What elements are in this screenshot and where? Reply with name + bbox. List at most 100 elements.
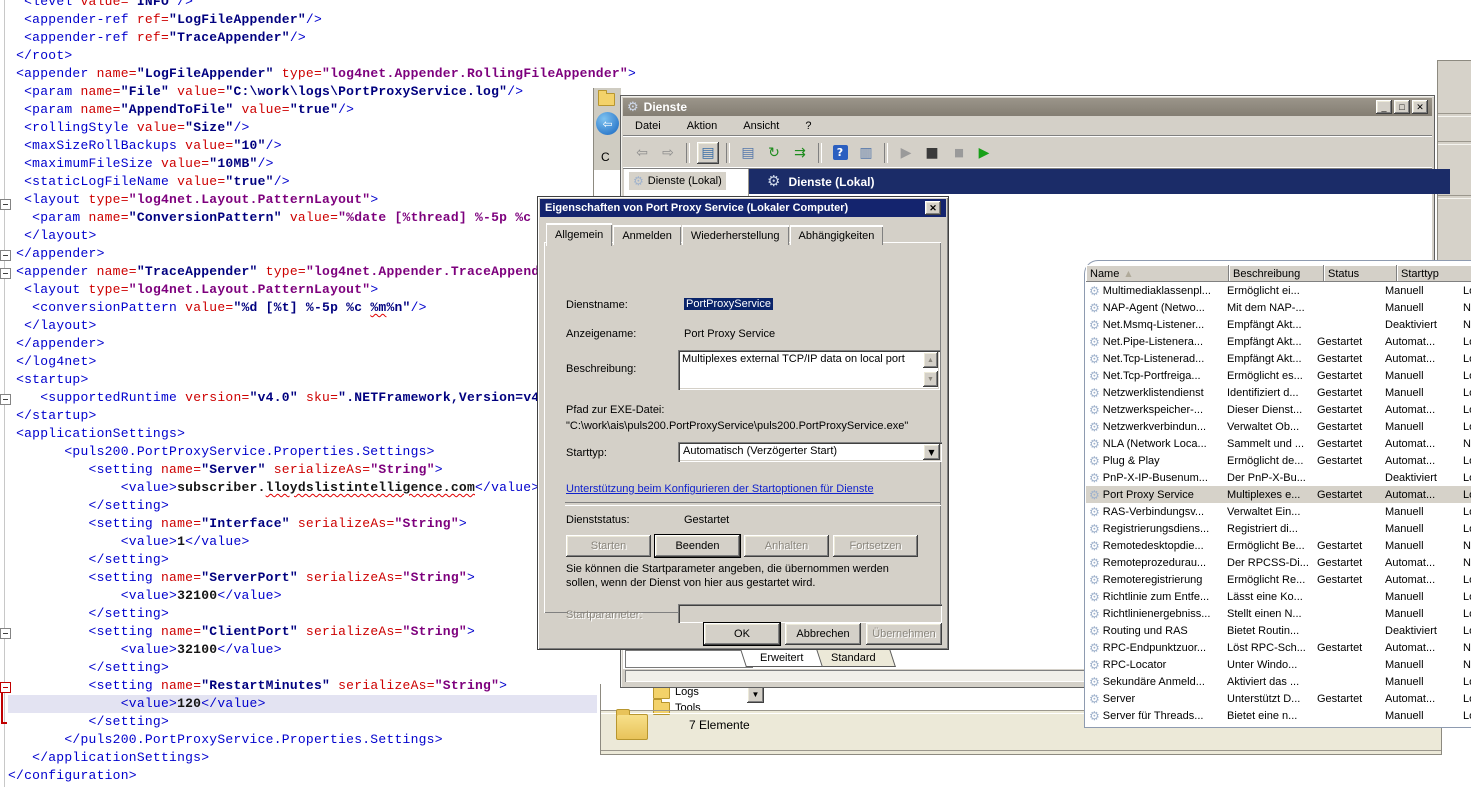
extended-view-icon[interactable]: ▥	[855, 142, 877, 164]
table-row[interactable]: ⚙Server für Threads...Bietet eine n...Ma…	[1086, 707, 1471, 724]
cell-text: PnP-X-IP-Busenum...	[1103, 472, 1208, 484]
close-button[interactable]: ✕	[1412, 100, 1428, 114]
view-tab-erweitert[interactable]: Erweitert	[740, 649, 823, 667]
tab-abhngigkeiten[interactable]: Abhängigkeiten	[790, 225, 884, 245]
menu-item-datei[interactable]: Datei	[635, 120, 661, 132]
cancel-button[interactable]: Abbrechen	[785, 623, 861, 645]
table-row[interactable]: ⚙PnP-X-IP-Busenum...Der PnP-X-Bu...Deakt…	[1086, 469, 1471, 486]
table-cell: Manuell	[1382, 302, 1460, 314]
fold-marker-icon[interactable]	[0, 268, 11, 279]
table-row[interactable]: ⚙RemoteregistrierungErmöglicht Re...Gest…	[1086, 571, 1471, 588]
table-row[interactable]: ⚙Netzwerkspeicher-...Dieser Dienst...Ges…	[1086, 401, 1471, 418]
fold-marker-icon[interactable]	[0, 394, 11, 405]
stop-service-icon[interactable]: ■	[921, 142, 943, 164]
divider	[565, 502, 941, 506]
code-line: <appender-ref ref="TraceAppender"/>	[8, 29, 636, 47]
back-button[interactable]: ⇦	[596, 112, 619, 135]
beenden-button[interactable]: Beenden	[655, 535, 740, 557]
table-cell: Gestartet	[1314, 489, 1382, 501]
table-row[interactable]: ⚙Remotedesktopdie...Ermöglicht Be...Gest…	[1086, 537, 1471, 554]
forward-icon[interactable]: ⇨	[657, 142, 679, 164]
table-cell: Automat...	[1382, 557, 1460, 569]
start-service-icon[interactable]: ▶	[895, 142, 917, 164]
fortsetzen-button[interactable]: Fortsetzen	[833, 535, 918, 557]
table-row[interactable]: ⚙ServerUnterstützt D...GestartetAutomat.…	[1086, 690, 1471, 707]
show-console-tree-icon[interactable]: ▤	[697, 142, 719, 164]
table-row[interactable]: ⚙RPC-LocatorUnter Windo...ManuellNetzwer…	[1086, 656, 1471, 673]
table-row[interactable]: ⚙Remoteprozedurau...Der RPCSS-Di...Gesta…	[1086, 554, 1471, 571]
service-name-value[interactable]: PortProxyService	[684, 298, 773, 310]
column-header-starttyp[interactable]: Starttyp	[1397, 265, 1471, 282]
start-params-input[interactable]	[678, 604, 942, 623]
folder-icon	[598, 93, 615, 106]
scroll-up-icon[interactable]: ▲	[923, 352, 938, 368]
anhalten-button[interactable]: Anhalten	[744, 535, 829, 557]
help-icon[interactable]: ?	[829, 142, 851, 164]
table-row[interactable]: ⚙Net.Tcp-Portfreiga...Ermöglicht es...Ge…	[1086, 367, 1471, 384]
starten-button[interactable]: Starten	[566, 535, 651, 557]
cell-text: Manuell	[1385, 421, 1424, 433]
filter-input[interactable]	[625, 650, 753, 668]
table-row[interactable]: ⚙Sekundäre Anmeld...Aktiviert das ...Man…	[1086, 673, 1471, 690]
dialog-title-bar[interactable]: Eigenschaften von Port Proxy Service (Lo…	[540, 199, 946, 217]
minimize-button[interactable]: _	[1376, 100, 1392, 114]
table-row[interactable]: ⚙Net.Tcp-Listenerad...Empfängt Akt...Ges…	[1086, 350, 1471, 367]
refresh-icon[interactable]: ↻	[763, 142, 785, 164]
apply-button[interactable]: Übernehmen	[866, 623, 942, 645]
fold-marker-icon[interactable]	[0, 199, 11, 210]
table-row[interactable]: ⚙NAP-Agent (Netwo...Mit dem NAP-...Manue…	[1086, 299, 1471, 316]
column-header-status[interactable]: Status	[1324, 265, 1397, 282]
change-tracking-tick	[1, 722, 7, 724]
table-row[interactable]: ⚙RAS-Verbindungsv...Verwaltet Ein...Manu…	[1086, 503, 1471, 520]
cell-text: Deaktiviert	[1385, 472, 1437, 484]
table-row[interactable]: ⚙Richtlinienergebniss...Stellt einen N..…	[1086, 605, 1471, 622]
table-row[interactable]: ⚙Multimediaklassenpl...Ermöglicht ei...M…	[1086, 282, 1471, 299]
tab-wiederherstellung[interactable]: Wiederherstellung	[682, 225, 789, 245]
description-field[interactable]: Multiplexes external TCP/IP data on loca…	[678, 350, 940, 390]
pane-title: Dienste (Lokal)	[788, 175, 874, 189]
fold-marker-icon[interactable]	[0, 250, 11, 261]
table-row[interactable]: ⚙Richtlinie zum Entfe...Lässt eine Ko...…	[1086, 588, 1471, 605]
table-row[interactable]: ⚙Routing und RASBietet Routin...Deaktivi…	[1086, 622, 1471, 639]
tree-item-dienste-lokal[interactable]: ⚙ Dienste (Lokal)	[629, 172, 726, 190]
table-row[interactable]: ⚙Registrierungsdiens...Registriert di...…	[1086, 520, 1471, 537]
table-row[interactable]: ⚙RPC-Endpunktzuor...Löst RPC-Sch...Gesta…	[1086, 639, 1471, 656]
maximize-button[interactable]: □	[1394, 100, 1410, 114]
menu-item-aktion[interactable]: Aktion	[687, 120, 718, 132]
startup-options-help-link[interactable]: Unterstützung beim Konfigurieren der Sta…	[566, 483, 874, 495]
menu-item-ansicht[interactable]: Ansicht	[743, 120, 779, 132]
services-table[interactable]: ⚙Multimediaklassenpl...Ermöglicht ei...M…	[1086, 282, 1471, 724]
back-icon[interactable]: ⇦	[631, 142, 653, 164]
table-cell: Stellt einen N...	[1224, 608, 1314, 620]
menu-item-?[interactable]: ?	[805, 120, 811, 132]
tab-allgemein[interactable]: Allgemein	[546, 223, 612, 246]
table-row[interactable]: ⚙Netzwerkverbindun...Verwaltet Ob...Gest…	[1086, 418, 1471, 435]
properties-icon[interactable]: ▤	[737, 142, 759, 164]
pause-service-icon[interactable]: ▮▮	[947, 142, 969, 164]
question-mark-icon: ?	[833, 145, 848, 160]
export-list-icon[interactable]: ⇉	[789, 142, 811, 164]
view-tab-standard[interactable]: Standard	[811, 649, 896, 667]
cell-text: Gestartet	[1317, 421, 1362, 433]
table-row[interactable]: ⚙NLA (Network Loca...Sammelt und ...Gest…	[1086, 435, 1471, 452]
ok-button[interactable]: OK	[704, 623, 780, 645]
column-header-beschreibung[interactable]: Beschreibung	[1229, 265, 1324, 282]
table-row[interactable]: ⚙NetzwerklistendienstIdentifiziert d...G…	[1086, 384, 1471, 401]
window-title: Dienste	[644, 100, 1371, 114]
startup-type-select[interactable]: Automatisch (Verzögerter Start) ▼	[678, 442, 942, 462]
table-row[interactable]: ⚙Net.Pipe-Listenera...Empfängt Akt...Ges…	[1086, 333, 1471, 350]
fold-marker-changed-icon[interactable]	[0, 682, 11, 693]
services-title-bar[interactable]: ⚙ Dienste _ □ ✕	[623, 98, 1432, 116]
restart-service-icon[interactable]: ▶	[973, 142, 995, 164]
close-icon[interactable]: ✕	[925, 201, 941, 215]
table-row[interactable]: ⚙Plug & PlayErmöglicht de...GestartetAut…	[1086, 452, 1471, 469]
table-row[interactable]: ⚙Net.Msmq-Listener...Empfängt Akt...Deak…	[1086, 316, 1471, 333]
service-name-label: Dienstname:	[566, 299, 628, 311]
fold-marker-icon[interactable]	[0, 628, 11, 639]
tab-anmelden[interactable]: Anmelden	[613, 225, 681, 245]
table-row[interactable]: ⚙Port Proxy ServiceMultiplexes e...Gesta…	[1086, 486, 1471, 503]
scroll-down-icon[interactable]: ▼	[923, 371, 938, 387]
dropdown-button[interactable]: ▼	[747, 686, 764, 703]
column-header-name[interactable]: Name▲	[1086, 265, 1229, 282]
cell-text: Lokaler Dienst	[1463, 336, 1471, 348]
